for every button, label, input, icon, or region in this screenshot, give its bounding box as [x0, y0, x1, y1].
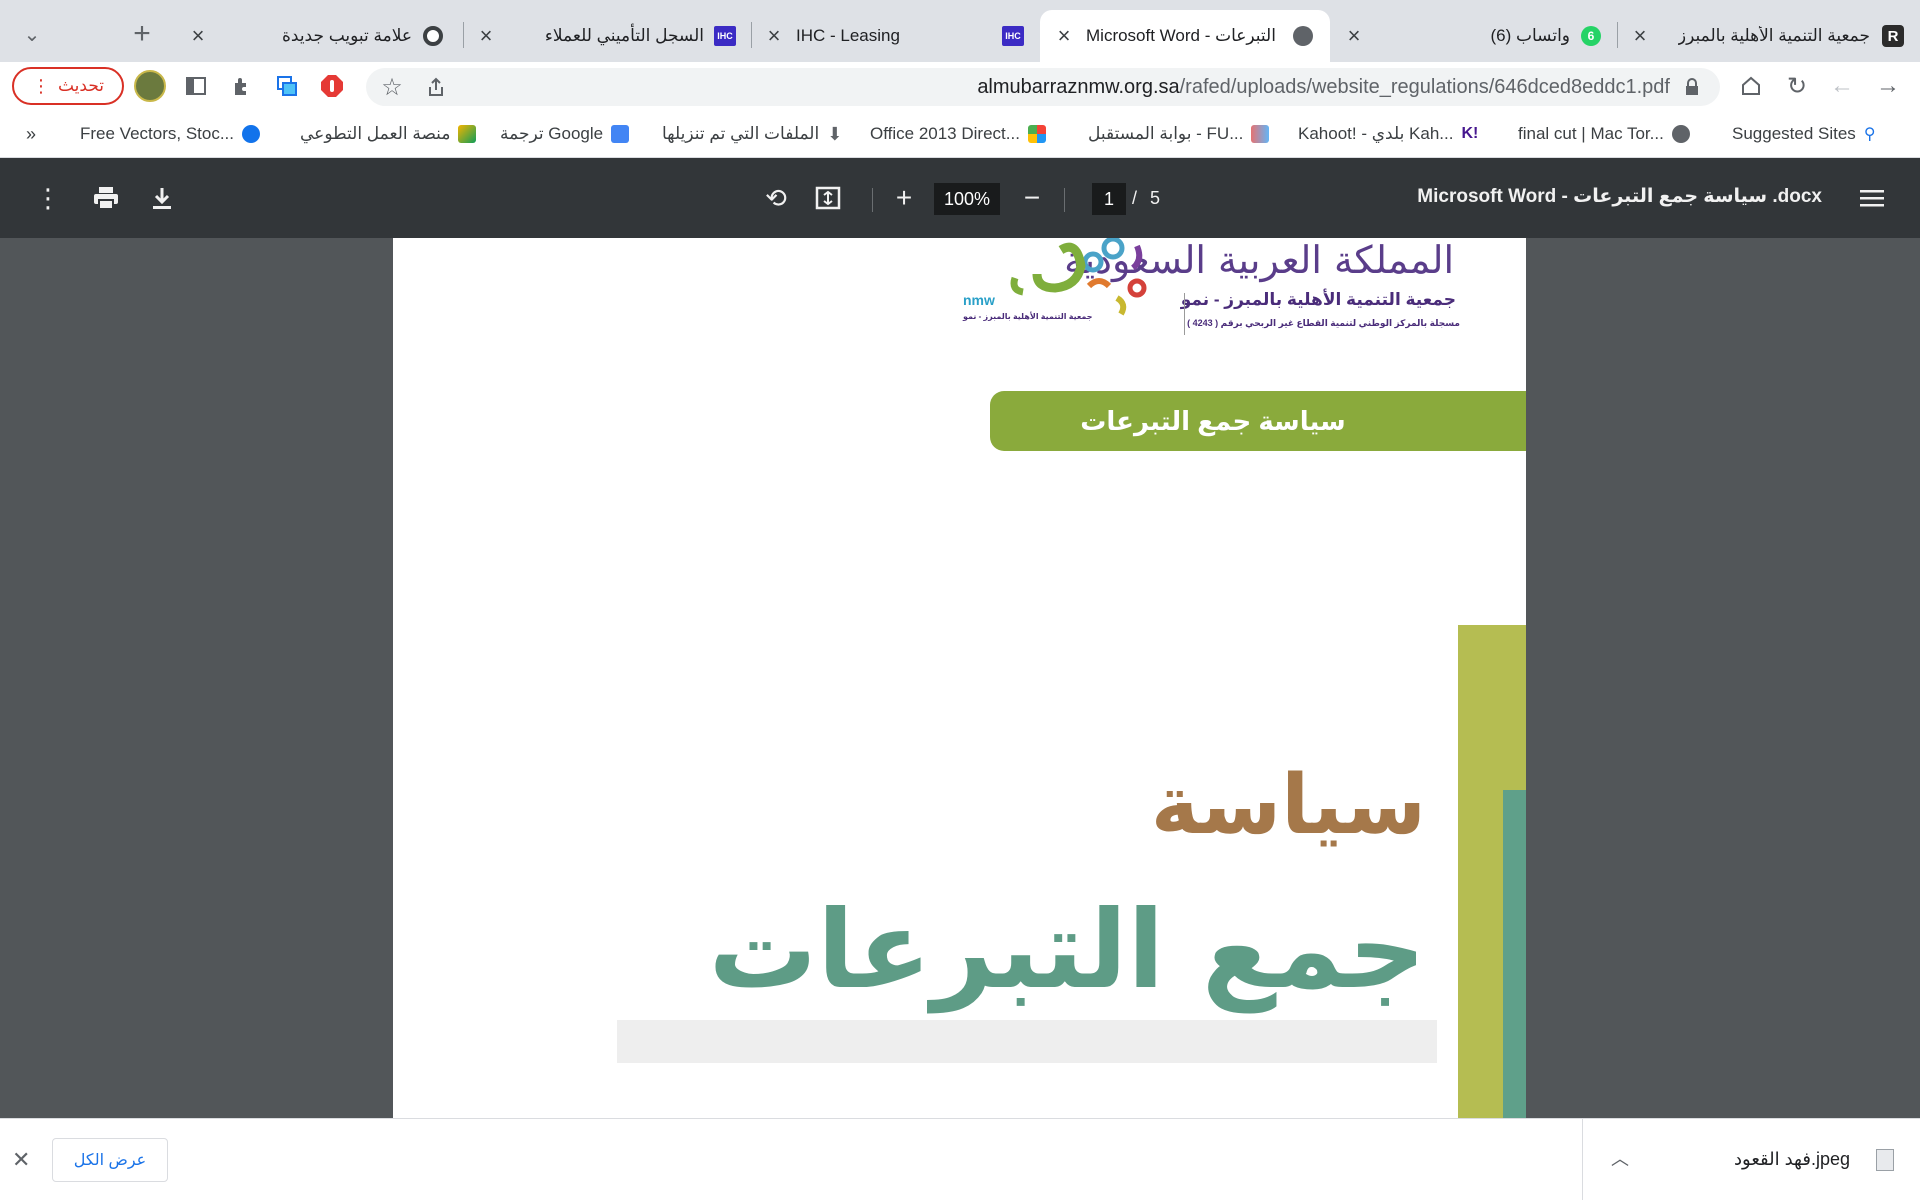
close-tab-icon[interactable]: ×: [1630, 23, 1650, 48]
new-tab-button[interactable]: +: [126, 17, 158, 50]
screen-share-extension-icon[interactable]: [271, 70, 303, 102]
tab-association[interactable]: × جمعية التنمية الأهلية بالمبرز R: [1622, 10, 1920, 62]
side-panel-icon[interactable]: [180, 70, 212, 102]
bookmark-suggested-sites[interactable]: Suggested Sites ⚲: [1732, 122, 1876, 146]
tab-search-chevron-icon[interactable]: ⌄: [16, 18, 48, 50]
profile-avatar[interactable]: [134, 70, 166, 102]
menu-icon[interactable]: [1856, 182, 1888, 214]
close-tab-icon[interactable]: ×: [1344, 23, 1364, 48]
reload-icon[interactable]: ↻: [1781, 70, 1813, 102]
ihc-icon: IHC: [1002, 25, 1024, 47]
title-shadow-bar: [617, 1020, 1437, 1063]
adblock-icon[interactable]: [316, 70, 348, 102]
section-banner: سياسة جمع التبرعات: [990, 391, 1526, 451]
home-icon[interactable]: [1735, 70, 1767, 102]
lock-icon[interactable]: [1676, 71, 1708, 103]
zoom-in-icon[interactable]: +: [888, 182, 920, 214]
tab-ihc-leasing[interactable]: × IHC - Leasing IHC: [756, 10, 1038, 62]
tab-title: جمعية التنمية الأهلية بالمبرز: [1677, 26, 1870, 45]
url-text: almubarraznmw.org.sa/rafed/uploads/websi…: [977, 76, 1670, 98]
zoom-level-field[interactable]: 100%: [934, 183, 1000, 215]
more-vert-icon: ⋮: [31, 75, 50, 96]
tab-insurance-record[interactable]: × السجل التأميني للعملاء IHC: [468, 10, 750, 62]
close-tab-icon[interactable]: ×: [1054, 23, 1074, 48]
tab-title: IHC - Leasing: [796, 26, 900, 45]
page-number-input[interactable]: 1: [1092, 183, 1126, 215]
decorative-stripe-teal: [1503, 790, 1526, 1118]
logo-latin-text: nmw: [963, 292, 995, 308]
cover-title-line-1: سياسة: [1150, 758, 1426, 853]
page-separator: /: [1132, 188, 1138, 208]
bookmark-future-portal[interactable]: بوابة المستقبل - FU...: [1088, 122, 1270, 146]
bookmark-final-cut[interactable]: final cut | Mac Tor...: [1518, 122, 1690, 146]
image-file-icon: [1876, 1149, 1894, 1171]
logo-subtitle: جمعية التنمية الأهلية بالمبرز - نمو: [963, 312, 1093, 321]
portal-icon: [1251, 125, 1270, 143]
rotate-icon[interactable]: ⟲: [760, 182, 792, 214]
back-icon[interactable]: →: [1872, 70, 1904, 102]
fit-page-icon[interactable]: [812, 182, 844, 214]
tab-title: السجل التأميني للعملاء: [544, 26, 704, 45]
header-divider: [1184, 293, 1185, 335]
ihc-icon: IHC: [714, 25, 736, 47]
download-icon: ⬇: [827, 123, 843, 144]
page-total: 5: [1150, 188, 1161, 208]
tab-title: (6) واتساب: [1490, 26, 1570, 45]
header-org-name: جمعية التنمية الأهلية بالمبرز - نمو: [1180, 290, 1456, 309]
close-tab-icon[interactable]: ×: [188, 23, 208, 48]
tab-title: Microsoft Word - التبرعات: [1086, 26, 1276, 45]
pdf-toolbar: ⋮ ⟲ + 100% − 1 / 5 Microsoft Word - سياس…: [0, 158, 1920, 238]
translate-icon: [611, 125, 630, 143]
show-all-button[interactable]: عرض الكل: [52, 1138, 168, 1182]
close-icon[interactable]: ✕: [12, 1147, 30, 1173]
tab-microsoft-word[interactable]: × Microsoft Word - التبرعات: [1040, 10, 1330, 62]
joomla-icon: [1027, 125, 1046, 143]
close-tab-icon[interactable]: ×: [476, 23, 496, 48]
zoom-out-icon[interactable]: −: [1016, 182, 1048, 214]
cover-title-line-2: جمع التبرعات: [708, 888, 1426, 1013]
volunteer-icon: [458, 125, 477, 143]
globe-icon: [1671, 125, 1690, 143]
update-label: تحديث: [57, 76, 105, 95]
tab-whatsapp[interactable]: × (6) واتساب 6: [1334, 10, 1616, 62]
share-icon[interactable]: [420, 71, 452, 103]
address-bar[interactable]: ☆ almubarraznmw.org.sa/rafed/uploads/web…: [366, 68, 1720, 106]
download-icon[interactable]: [146, 182, 178, 214]
extensions-icon[interactable]: [226, 70, 258, 102]
tab-strip: ⌄ + × علامة تبويب جديدة × السجل التأميني…: [0, 0, 1920, 62]
freepik-icon: [242, 125, 261, 143]
search-icon: ⚲: [1863, 126, 1876, 143]
globe-icon: [1292, 25, 1314, 47]
kahoot-icon: K!: [1461, 125, 1479, 142]
bookmark-downloads[interactable]: الملفات التي تم تنزيلها ⬇: [662, 122, 842, 146]
bookmarks-overflow-icon[interactable]: »: [26, 122, 36, 146]
update-button[interactable]: ⋮ تحديث: [12, 67, 124, 105]
whatsapp-icon: 6: [1580, 25, 1602, 47]
bookmark-freepik[interactable]: Free Vectors, Stoc...: [80, 122, 261, 146]
download-item[interactable]: ︿ فهد القعود.jpeg: [1582, 1119, 1920, 1200]
bookmark-kahoot[interactable]: Kahoot! - بلدي Kah... K!: [1298, 122, 1478, 146]
banner-title: سياسة جمع التبرعات: [1080, 405, 1346, 436]
bookmark-office-2013[interactable]: Office 2013 Direct...: [870, 122, 1046, 146]
chevron-up-icon[interactable]: ︿: [1611, 1145, 1629, 1171]
bookmark-google-translate[interactable]: ترجمة Google: [500, 122, 630, 146]
print-icon[interactable]: [90, 182, 122, 214]
nmw-logo: [1010, 238, 1147, 316]
download-file-name: فهد القعود.jpeg: [1734, 1149, 1850, 1169]
pdf-title: Microsoft Word - سياسة جمع التبرعات .doc…: [1417, 186, 1822, 207]
download-shelf: ✕ عرض الكل ︿ فهد القعود.jpeg: [0, 1118, 1920, 1200]
bookmark-star-icon[interactable]: ☆: [376, 71, 408, 103]
tab-new-tab[interactable]: × علامة تبويب جديدة: [180, 10, 462, 62]
forward-icon[interactable]: ←: [1826, 70, 1858, 102]
bookmarks-bar: » Free Vectors, Stoc... منصة العمل التطو…: [0, 110, 1920, 158]
r-icon: R: [1882, 25, 1904, 47]
chrome-icon: [422, 25, 444, 47]
browser-toolbar: ⋮ تحديث ☆ almubarraznmw.org.sa/rafed/upl…: [0, 62, 1920, 110]
tab-title: علامة تبويب جديدة: [281, 26, 412, 45]
close-tab-icon[interactable]: ×: [764, 23, 784, 48]
pdf-page: المملكة العربية السعودية جمعية التنمية ا…: [393, 238, 1526, 1118]
bookmark-volunteer[interactable]: منصة العمل التطوعي: [300, 122, 477, 146]
header-registration: مسجلة بالمركز الوطني لتنمية القطاع غير ا…: [1187, 318, 1460, 328]
more-options-icon[interactable]: ⋮: [32, 182, 64, 214]
